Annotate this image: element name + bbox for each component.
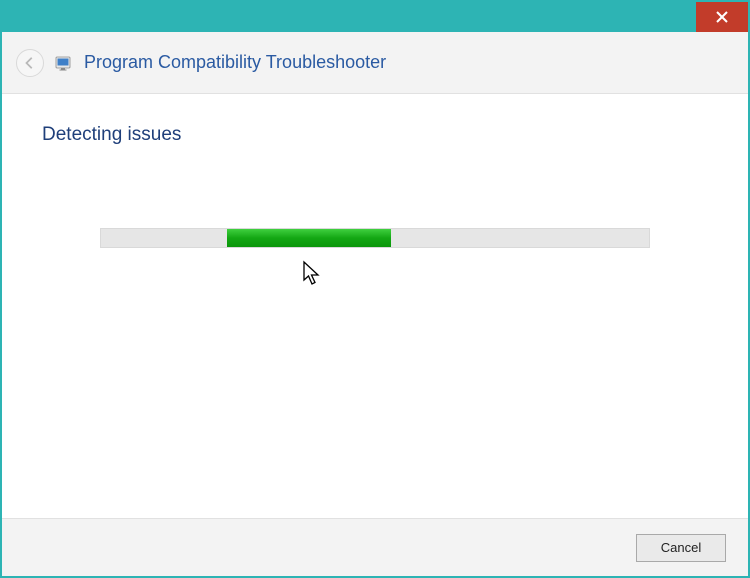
- back-arrow-icon: [23, 56, 37, 70]
- status-heading: Detecting issues: [42, 124, 708, 146]
- cancel-button[interactable]: Cancel: [636, 534, 726, 562]
- window-close-button[interactable]: [696, 2, 748, 32]
- cursor-pointer-icon: [302, 260, 322, 286]
- window-title: Program Compatibility Troubleshooter: [84, 52, 386, 73]
- progress-fill: [227, 229, 391, 247]
- troubleshooter-app-icon: [54, 53, 74, 73]
- progress-container: [42, 228, 708, 248]
- wizard-content: Detecting issues: [2, 94, 748, 518]
- close-icon: [716, 11, 728, 23]
- troubleshooter-window: Program Compatibility Troubleshooter Det…: [0, 0, 750, 578]
- wizard-footer: Cancel: [2, 518, 748, 576]
- back-button[interactable]: [16, 49, 44, 77]
- wizard-header: Program Compatibility Troubleshooter: [2, 32, 748, 94]
- progress-bar: [100, 228, 650, 248]
- window-titlebar: [2, 2, 748, 32]
